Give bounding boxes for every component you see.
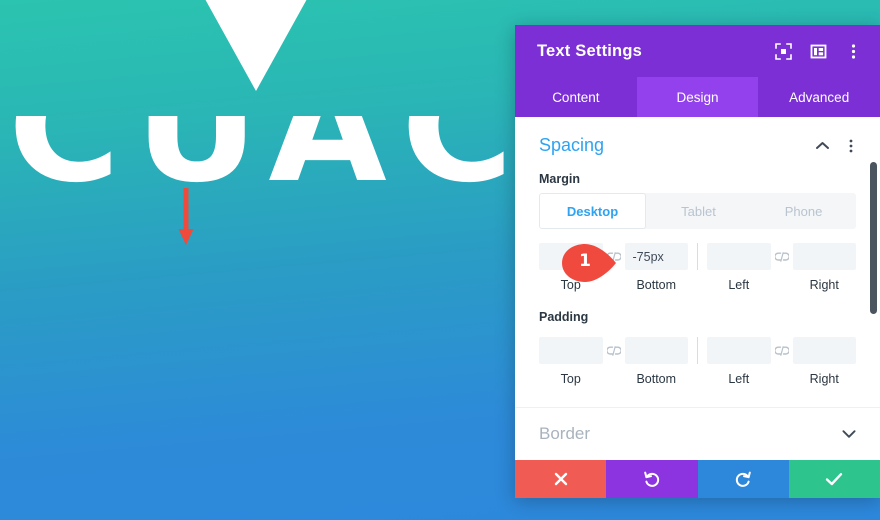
padding-top-caption: Top [560,372,581,386]
screenshot-stage: CUACH Text Settings [0,0,880,520]
padding-left-cell: Left [707,337,771,386]
more-options-icon[interactable] [844,42,862,60]
padding-bottom-cell: Bottom [624,337,688,386]
padding-horizontal-group: Left Right [707,337,856,386]
modal-body: Spacing Margin Desktop Tablet Phone Top … [515,117,880,460]
device-phone-button[interactable]: Phone [751,193,856,229]
margin-divider [697,243,698,270]
border-section-title: Border [539,424,591,443]
modal-scrollbar[interactable] [870,162,877,314]
broken-link-icon[interactable] [603,337,625,364]
border-section-row[interactable]: Border [515,407,880,460]
margin-bottom-input[interactable] [624,243,688,270]
margin-right-caption: Right [809,278,839,292]
padding-fields: Top Bottom Left Right [539,337,856,386]
margin-bottom-caption: Bottom [636,278,677,292]
chevron-up-icon[interactable] [815,139,829,153]
undo-button[interactable] [606,460,698,498]
chevron-down-icon[interactable] [842,427,856,441]
layout-columns-icon[interactable] [809,42,827,60]
margin-left-caption: Left [728,278,750,292]
margin-right-input[interactable] [792,243,856,270]
modal-header: Text Settings [515,25,880,77]
modal-action-bar [515,460,880,498]
padding-bottom-input[interactable] [624,337,688,364]
spacing-section-title: Spacing [539,135,605,155]
more-options-icon[interactable] [844,139,858,153]
device-tablet-button[interactable]: Tablet [646,193,751,229]
padding-divider [697,337,698,364]
margin-label: Margin [539,172,580,186]
spacing-section-actions [815,139,858,153]
tab-content[interactable]: Content [515,77,637,117]
padding-right-caption: Right [809,372,839,386]
hero-headline-clip: CUACH [0,116,520,280]
modal-title: Text Settings [537,41,642,60]
padding-top-cell: Top [539,337,603,386]
margin-device-toggle: Desktop Tablet Phone [539,193,856,229]
device-desktop-button[interactable]: Desktop [539,193,646,229]
padding-right-cell: Right [792,337,856,386]
margin-vertical-group: Top Bottom [539,243,688,292]
margin-top-caption: Top [560,278,581,292]
redo-button[interactable] [697,460,789,498]
margin-fields: Top Bottom [539,243,856,292]
undo-icon [644,471,659,487]
redo-icon [736,471,751,487]
margin-left-input[interactable] [707,243,771,270]
hero-headline: CUACH [8,116,520,216]
broken-link-icon[interactable] [603,243,625,270]
padding-top-input[interactable] [539,337,603,364]
modal-header-actions [774,42,862,60]
modal-tabs: Content Design Advanced [515,77,880,117]
focus-target-icon[interactable] [774,42,792,60]
broken-link-icon[interactable] [771,337,793,364]
margin-top-cell: Top [539,243,603,292]
checkmark-icon [826,473,843,486]
padding-left-input[interactable] [707,337,771,364]
text-settings-modal: Text Settings Content Design Advanced Sp… [515,25,880,498]
broken-link-icon[interactable] [771,243,793,270]
margin-right-cell: Right [792,243,856,292]
tab-design[interactable]: Design [636,77,759,117]
spacing-section-header: Spacing [515,117,880,162]
cancel-button[interactable] [515,460,607,498]
padding-left-caption: Left [728,372,750,386]
margin-top-input[interactable] [539,243,603,270]
margin-bottom-cell: Bottom [624,243,688,292]
save-button[interactable] [788,460,880,498]
padding-label: Padding [539,310,589,324]
padding-bottom-caption: Bottom [636,372,677,386]
margin-horizontal-group: Left Right [707,243,856,292]
padding-vertical-group: Top Bottom [539,337,688,386]
margin-left-cell: Left [707,243,771,292]
red-down-arrow [178,188,194,245]
tab-advanced[interactable]: Advanced [758,77,880,117]
padding-right-input[interactable] [792,337,856,364]
close-x-icon [554,472,567,486]
